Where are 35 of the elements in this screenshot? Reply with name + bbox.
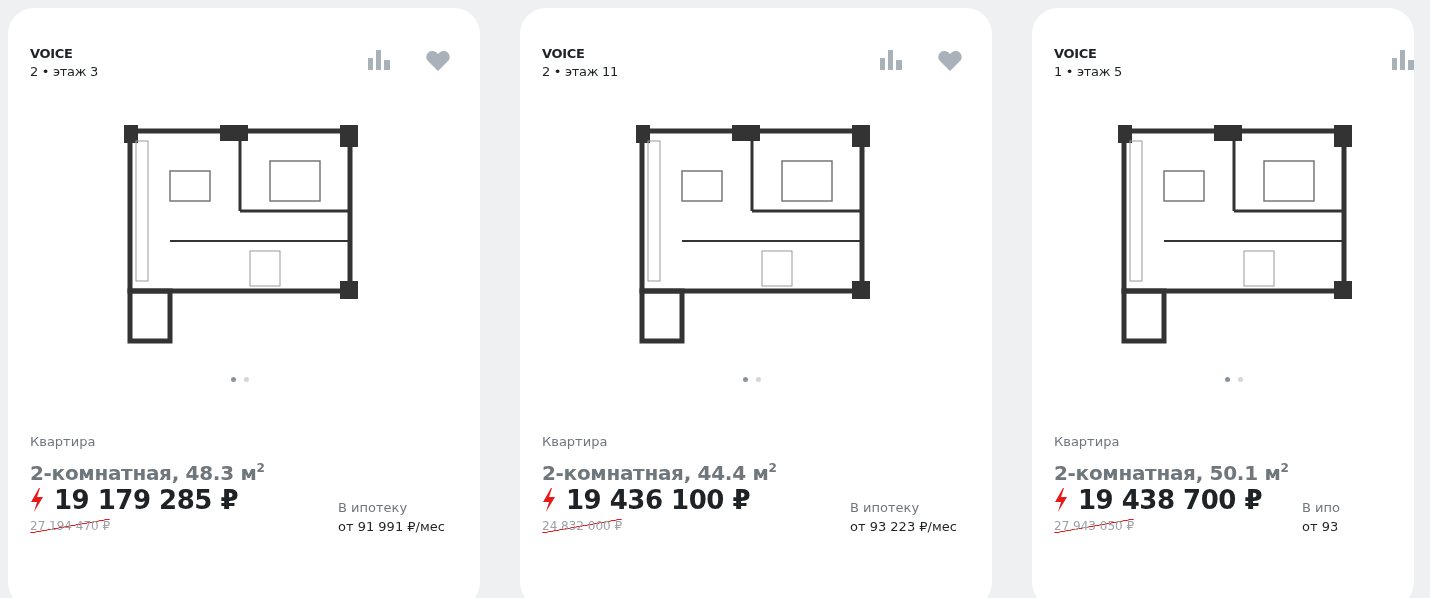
- rooms-floor: 2 • этаж 3: [30, 64, 98, 79]
- mortgage-label: В ипо: [1302, 500, 1341, 515]
- mortgage-payment: от 93 223 ₽/мес: [850, 519, 958, 534]
- lightning-icon: [542, 488, 556, 512]
- project-name: VOICE: [1054, 46, 1098, 61]
- rooms-floor: 2 • этаж 11: [542, 64, 618, 79]
- apartment-title: 2-комнатная, 44.4 м$^{2}$: [542, 461, 778, 485]
- slide-dot[interactable]: [743, 377, 748, 382]
- rooms-floor: 1 • этаж 5: [1054, 64, 1122, 79]
- price: 19 438 700 ₽: [1078, 485, 1262, 515]
- lightning-icon: [30, 488, 44, 512]
- price: 19 436 100 ₽: [566, 485, 750, 515]
- heart-icon[interactable]: [938, 50, 962, 71]
- mortgage-payment: от 91 991 ₽/мес: [338, 519, 446, 534]
- slide-dot[interactable]: [231, 377, 236, 382]
- property-type: Квартира: [542, 434, 609, 449]
- mortgage-label: В ипотеку: [338, 500, 409, 515]
- bar-chart-icon[interactable]: [368, 50, 390, 70]
- price: 19 179 285 ₽: [54, 485, 238, 515]
- slide-dot[interactable]: [756, 377, 761, 382]
- bar-chart-icon[interactable]: [880, 50, 902, 70]
- apartment-title: 2-комнатная, 50.1 м$^{2}$: [1054, 461, 1290, 485]
- apartment-title: 2-комнатная, 48.3 м$^{2}$: [30, 461, 266, 485]
- slide-dot[interactable]: [244, 377, 249, 382]
- property-type: Квартира: [30, 434, 97, 449]
- property-type: Квартира: [1054, 434, 1121, 449]
- lightning-icon: [1054, 488, 1068, 512]
- project-name: VOICE: [30, 46, 74, 61]
- slide-dot[interactable]: [1225, 377, 1230, 382]
- bar-chart-icon[interactable]: [1392, 50, 1414, 70]
- heart-icon[interactable]: [426, 50, 450, 71]
- mortgage-label: В ипотеку: [850, 500, 921, 515]
- project-name: VOICE: [542, 46, 586, 61]
- mortgage-payment: от 93: [1302, 519, 1340, 534]
- slide-dot[interactable]: [1238, 377, 1243, 382]
